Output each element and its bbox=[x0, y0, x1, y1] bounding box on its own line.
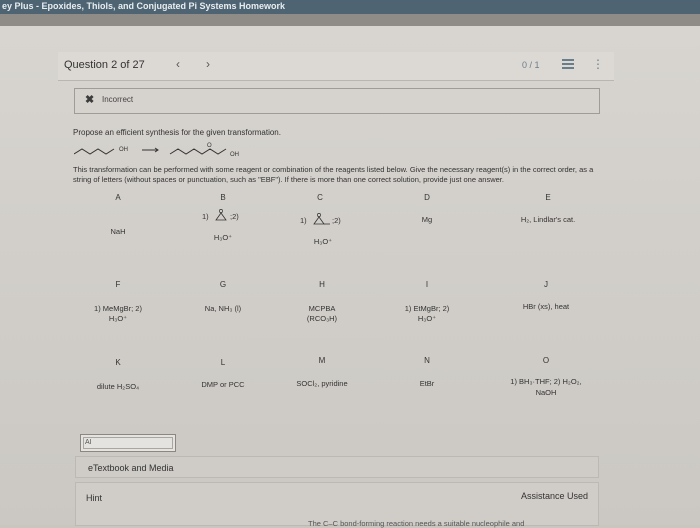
reagent-letter: K bbox=[115, 358, 121, 367]
reagent-h-line2: (RCO₃H) bbox=[306, 314, 338, 323]
question-page: Question 2 of 27 ‹ › 0 / 1 ⋮ ✖ Incorrect… bbox=[0, 26, 700, 528]
answer-value: AI bbox=[85, 439, 92, 446]
etextbook-media-label: eTextbook and Media bbox=[88, 463, 174, 473]
reagent-i-line1: 1) EtMgBr; 2) bbox=[404, 304, 450, 313]
question-header: Question 2 of 27 ‹ › 0 / 1 ⋮ bbox=[58, 52, 614, 81]
reagent-f: F bbox=[68, 280, 168, 290]
assistance-used-label: Assistance Used bbox=[520, 491, 588, 501]
next-question-icon[interactable]: › bbox=[206, 57, 210, 71]
hint-panel[interactable]: Hint Assistance Used The C–C bond-formin… bbox=[75, 482, 599, 528]
reagent-m-text: SOCl₂, pyridine bbox=[296, 379, 348, 388]
reagent-i-line2: H₃O⁺ bbox=[417, 314, 437, 323]
product-oh-label: OH bbox=[230, 152, 239, 158]
reagent-letter: C bbox=[317, 193, 323, 202]
reagent-k: K bbox=[68, 358, 168, 368]
epoxide-icon bbox=[215, 209, 227, 221]
header-band bbox=[0, 14, 700, 26]
reagent-n-text: EtBr bbox=[419, 379, 435, 388]
epoxide-icon bbox=[313, 213, 330, 225]
reagent-c-line2: H₃O⁺ bbox=[313, 237, 333, 246]
reagent-d-text: Mg bbox=[421, 215, 433, 224]
etextbook-media-panel[interactable]: eTextbook and Media bbox=[75, 456, 599, 478]
reagent-l: L bbox=[173, 358, 273, 368]
reagent-letter: N bbox=[424, 356, 430, 365]
reagent-f-line1: 1) MeMgBr; 2) bbox=[94, 304, 142, 313]
reaction-scheme: OH O OH bbox=[74, 143, 239, 158]
reagent-letter: F bbox=[115, 280, 121, 289]
problem-prompt: Propose an efficient synthesis for the g… bbox=[73, 128, 281, 137]
product-chain bbox=[169, 148, 227, 155]
more-options-icon[interactable]: ⋮ bbox=[592, 57, 604, 71]
question-title: Question 2 of 27 bbox=[64, 59, 145, 71]
reagent-o-line1: 1) BH₃·THF; 2) H₂O₂, bbox=[510, 377, 582, 386]
reagent-h: H bbox=[272, 280, 372, 290]
reagent-j-text: HBr (xs), heat bbox=[522, 302, 570, 311]
close-x-icon: ✖ bbox=[85, 94, 95, 106]
reagent-letter: G bbox=[219, 280, 227, 289]
reagent-letter: H bbox=[319, 280, 325, 289]
reagent-m: M bbox=[272, 356, 372, 366]
reagent-letter: E bbox=[545, 193, 551, 202]
reagent-g: G bbox=[173, 280, 273, 290]
reagent-g-text: Na, NH₃ (l) bbox=[204, 304, 242, 313]
reagent-b-line1: 1) ;2) bbox=[198, 207, 258, 223]
reagent-letter: J bbox=[544, 280, 548, 289]
window-title-bar: ey Plus - Epoxides, Thiols, and Conjugat… bbox=[0, 0, 700, 14]
instructions: This transformation can be performed wit… bbox=[73, 165, 594, 184]
starting-material-oh-label: OH bbox=[119, 147, 128, 153]
reagent-letter: A bbox=[115, 193, 121, 202]
feedback-label: Incorrect bbox=[102, 95, 134, 104]
reagent-c-line1: 1) ;2) bbox=[296, 211, 356, 227]
reagent-i: I bbox=[377, 280, 477, 290]
reagent-letter: I bbox=[425, 280, 429, 289]
answer-input[interactable]: AI bbox=[80, 434, 176, 452]
reagent-letter: D bbox=[424, 193, 430, 202]
reagent-h-line1: MCPBA bbox=[308, 304, 336, 313]
hint-label: Hint bbox=[86, 493, 103, 503]
reagent-a: A bbox=[68, 193, 168, 203]
starting-material-chain bbox=[74, 148, 115, 155]
reagent-letter: M bbox=[318, 356, 326, 365]
reagent-b-line2: H₃O⁺ bbox=[213, 233, 233, 242]
reagent-letter: B bbox=[220, 193, 226, 202]
reagent-k-text: dilute H₂SO₄ bbox=[96, 382, 140, 391]
reagent-o-line2: NaOH bbox=[535, 388, 557, 397]
hint-text: The C–C bond-forming reaction needs a su… bbox=[308, 519, 525, 528]
reagent-letter: L bbox=[220, 358, 226, 367]
reagent-j: J bbox=[496, 280, 596, 290]
reagent-d: D bbox=[377, 193, 477, 203]
reagent-a-text: NaH bbox=[110, 227, 126, 236]
reagent-e-text: H₂, Lindlar's cat. bbox=[520, 215, 576, 224]
reagent-letter: O bbox=[542, 356, 550, 365]
incorrect-feedback: ✖ Incorrect bbox=[74, 88, 600, 114]
question-list-icon[interactable] bbox=[562, 59, 574, 69]
reagent-c: C bbox=[270, 193, 370, 203]
reagent-e: E bbox=[498, 193, 598, 203]
window-title: ey Plus - Epoxides, Thiols, and Conjugat… bbox=[2, 1, 286, 11]
prev-question-icon[interactable]: ‹ bbox=[176, 57, 180, 71]
reagent-l-text: DMP or PCC bbox=[201, 380, 245, 389]
reagent-n: N bbox=[377, 356, 477, 366]
product-o-label: O bbox=[207, 143, 212, 149]
reagent-b: B bbox=[173, 193, 273, 203]
score-display: 0 / 1 bbox=[522, 60, 540, 70]
reagent-o: O bbox=[496, 356, 596, 366]
reagent-f-line2: H₃O⁺ bbox=[108, 314, 128, 323]
